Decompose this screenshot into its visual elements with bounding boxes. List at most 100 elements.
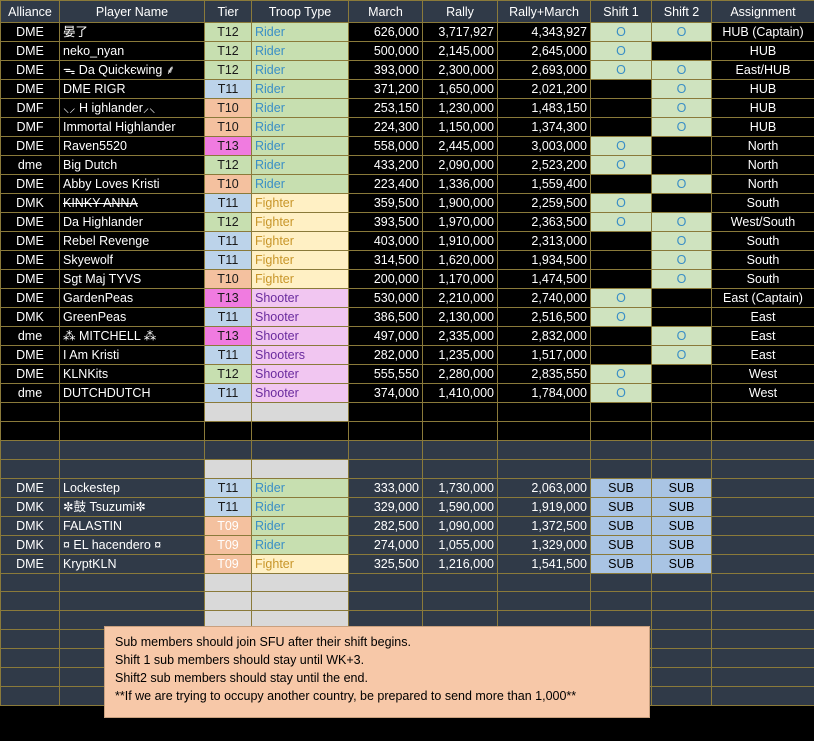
col-header-march[interactable]: March xyxy=(348,0,423,23)
empty-cell[interactable] xyxy=(651,402,712,422)
shift-1-cell[interactable] xyxy=(590,174,652,194)
assignment-cell[interactable]: East xyxy=(711,326,814,346)
col-header-shift-1[interactable]: Shift 1 xyxy=(590,0,652,23)
empty-cell[interactable] xyxy=(651,458,712,479)
player-name-cell[interactable]: Lockestep xyxy=(59,477,205,498)
empty-cell[interactable] xyxy=(711,667,814,687)
player-name-cell[interactable]: ⁂ MITCHELL ⁂ xyxy=(59,326,205,346)
march-cell[interactable]: 393,000 xyxy=(348,60,423,80)
rally-cell[interactable]: 2,210,000 xyxy=(422,288,498,308)
empty-cell[interactable] xyxy=(0,439,60,460)
empty-cell[interactable] xyxy=(0,420,60,441)
player-name-cell[interactable]: DUTCHDUTCH xyxy=(59,383,205,403)
march-cell[interactable]: 200,000 xyxy=(348,269,423,289)
march-cell[interactable]: 626,000 xyxy=(348,22,423,42)
march-cell[interactable]: 433,200 xyxy=(348,155,423,175)
troop-type-cell[interactable]: Fighter xyxy=(251,231,349,251)
rally-march-cell[interactable]: 2,063,000 xyxy=(497,477,591,498)
empty-cell[interactable] xyxy=(0,648,60,669)
empty-cell[interactable] xyxy=(422,402,498,422)
tier-cell[interactable]: T11 xyxy=(204,79,252,99)
troop-type-cell[interactable]: Fighter xyxy=(251,553,349,574)
shift-1-cell[interactable]: O xyxy=(590,22,652,42)
rally-cell[interactable]: 2,300,000 xyxy=(422,60,498,80)
shift-1-cell[interactable] xyxy=(590,250,652,270)
march-cell[interactable]: 329,000 xyxy=(348,496,423,517)
tier-cell[interactable]: T13 xyxy=(204,136,252,156)
shift-1-cell[interactable] xyxy=(590,345,652,365)
empty-cell[interactable] xyxy=(204,591,252,612)
player-name-cell[interactable]: ✼鼓 Tsuzumi✼ xyxy=(59,496,205,517)
shift-1-cell[interactable]: SUB xyxy=(590,477,652,498)
tier-cell[interactable]: T11 xyxy=(204,383,252,403)
player-name-cell[interactable]: ¤ EL hacendero ¤ xyxy=(59,534,205,555)
empty-cell[interactable] xyxy=(348,591,423,612)
col-header-alliance[interactable]: Alliance xyxy=(0,0,60,23)
alliance-cell[interactable]: DMK xyxy=(0,515,60,536)
shift-2-cell[interactable]: SUB xyxy=(651,496,712,517)
tier-cell[interactable]: T10 xyxy=(204,174,252,194)
troop-type-cell[interactable]: Rider xyxy=(251,22,349,42)
empty-cell[interactable] xyxy=(251,402,349,422)
shift-2-cell[interactable] xyxy=(651,383,712,403)
empty-cell[interactable] xyxy=(204,458,252,479)
rally-cell[interactable]: 1,170,000 xyxy=(422,269,498,289)
assignment-cell[interactable]: South xyxy=(711,250,814,270)
shift-2-cell[interactable]: SUB xyxy=(651,515,712,536)
assignment-cell[interactable]: HUB xyxy=(711,98,814,118)
alliance-cell[interactable]: DMK xyxy=(0,307,60,327)
empty-cell[interactable] xyxy=(651,591,712,612)
rally-cell[interactable]: 2,145,000 xyxy=(422,41,498,61)
troop-type-cell[interactable]: Rider xyxy=(251,98,349,118)
alliance-cell[interactable]: DME xyxy=(0,136,60,156)
shift-2-cell[interactable]: O xyxy=(651,250,712,270)
tier-cell[interactable]: T11 xyxy=(204,345,252,365)
rally-cell[interactable]: 3,717,927 xyxy=(422,22,498,42)
assignment-cell[interactable]: South xyxy=(711,269,814,289)
shift-1-cell[interactable]: O xyxy=(590,193,652,213)
shift-1-cell[interactable] xyxy=(590,117,652,137)
tier-cell[interactable]: T10 xyxy=(204,98,252,118)
rally-cell[interactable]: 1,235,000 xyxy=(422,345,498,365)
assignment-cell[interactable]: North xyxy=(711,174,814,194)
empty-cell[interactable] xyxy=(711,572,814,593)
shift-2-cell[interactable]: SUB xyxy=(651,534,712,555)
march-cell[interactable]: 325,500 xyxy=(348,553,423,574)
rally-cell[interactable]: 1,620,000 xyxy=(422,250,498,270)
rally-march-cell[interactable]: 2,021,200 xyxy=(497,79,591,99)
alliance-cell[interactable]: DME xyxy=(0,174,60,194)
troop-type-cell[interactable]: Rider xyxy=(251,79,349,99)
rally-march-cell[interactable]: 1,474,500 xyxy=(497,269,591,289)
troop-type-cell[interactable]: Rider xyxy=(251,534,349,555)
troop-type-cell[interactable]: Shooter xyxy=(251,307,349,327)
empty-cell[interactable] xyxy=(0,610,60,631)
march-cell[interactable]: 555,550 xyxy=(348,364,423,384)
march-cell[interactable]: 314,500 xyxy=(348,250,423,270)
alliance-cell[interactable]: DME xyxy=(0,231,60,251)
rally-cell[interactable]: 1,900,000 xyxy=(422,193,498,213)
assignment-cell[interactable] xyxy=(711,553,814,574)
rally-march-cell[interactable]: 2,259,500 xyxy=(497,193,591,213)
shift-2-cell[interactable]: O xyxy=(651,79,712,99)
rally-cell[interactable]: 1,336,000 xyxy=(422,174,498,194)
shift-1-cell[interactable]: SUB xyxy=(590,553,652,574)
empty-cell[interactable] xyxy=(711,610,814,631)
shift-1-cell[interactable] xyxy=(590,98,652,118)
alliance-cell[interactable]: DME xyxy=(0,553,60,574)
rally-march-cell[interactable]: 2,516,500 xyxy=(497,307,591,327)
rally-cell[interactable]: 1,150,000 xyxy=(422,117,498,137)
empty-cell[interactable] xyxy=(651,685,712,706)
march-cell[interactable]: 371,200 xyxy=(348,79,423,99)
troop-type-cell[interactable]: Rider xyxy=(251,477,349,498)
empty-cell[interactable] xyxy=(590,572,652,593)
rally-cell[interactable]: 1,910,000 xyxy=(422,231,498,251)
assignment-cell[interactable]: West xyxy=(711,383,814,403)
shift-1-cell[interactable]: SUB xyxy=(590,496,652,517)
empty-cell[interactable] xyxy=(497,591,591,612)
player-name-cell[interactable]: FALASTIN xyxy=(59,515,205,536)
shift-1-cell[interactable]: O xyxy=(590,41,652,61)
rally-march-cell[interactable]: 4,343,927 xyxy=(497,22,591,42)
shift-1-cell[interactable]: O xyxy=(590,136,652,156)
rally-march-cell[interactable]: 2,523,200 xyxy=(497,155,591,175)
rally-march-cell[interactable]: 2,693,000 xyxy=(497,60,591,80)
